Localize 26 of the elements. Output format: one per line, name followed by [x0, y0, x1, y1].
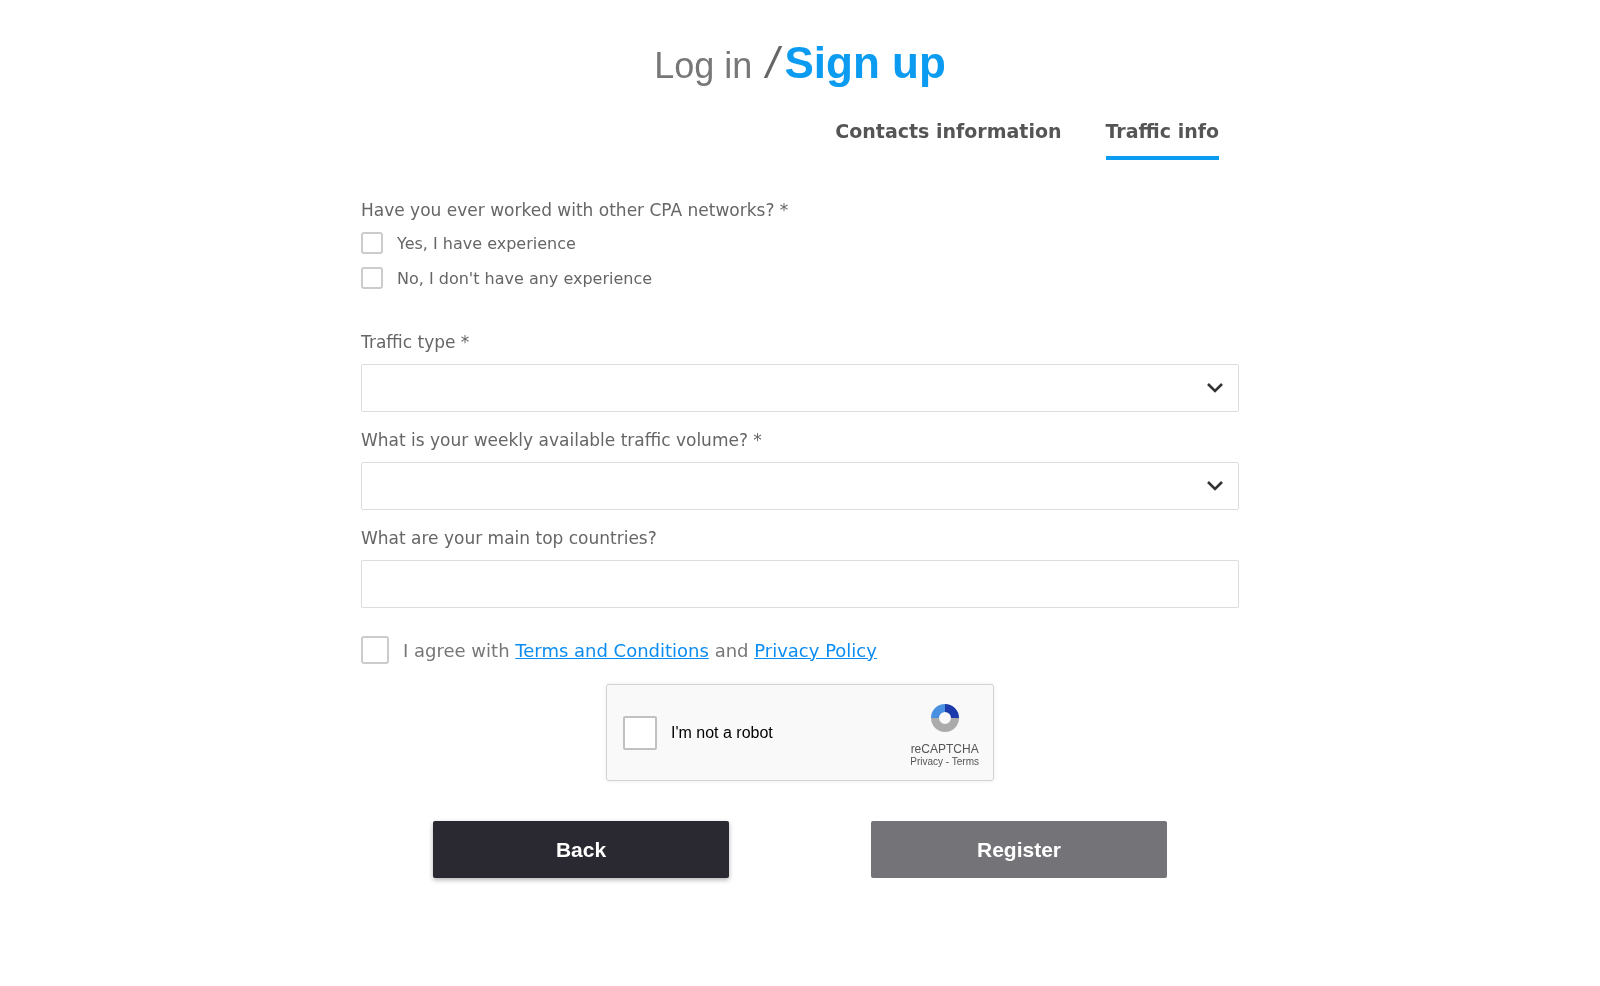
checkbox[interactable] — [361, 232, 383, 254]
captcha-brand: reCAPTCHA — [910, 742, 979, 756]
select-field[interactable] — [361, 364, 1239, 412]
captcha-links[interactable]: Privacy - Terms — [910, 756, 979, 767]
captcha-label: I'm not a robot — [671, 723, 774, 742]
field-label: What is your weekly available traffic volume? * — [361, 430, 763, 450]
checkbox-label: No, I don't have any experience — [397, 268, 653, 288]
input-field[interactable] — [361, 560, 1239, 608]
question-label: Have you ever worked with other CPA networks? * — [361, 200, 790, 220]
chevron-down-icon — [1206, 382, 1224, 394]
chevron-down-icon — [1206, 480, 1224, 492]
terms-link[interactable]: Terms and Conditions — [515, 639, 709, 661]
privacy-link[interactable]: Privacy Policy — [754, 639, 877, 661]
login-link[interactable]: Log in — [654, 45, 753, 87]
checkbox[interactable] — [361, 636, 389, 664]
tab[interactable]: Contacts information — [835, 112, 1062, 160]
select-field[interactable] — [361, 462, 1239, 510]
field-label: What are your main top countries? — [361, 528, 658, 548]
checkbox[interactable] — [361, 267, 383, 289]
checkbox-label: Yes, I have experience — [397, 233, 576, 253]
back-button[interactable]: Back — [433, 821, 729, 878]
captcha-checkbox[interactable] — [623, 715, 657, 750]
tab[interactable]: Traffic info — [1105, 112, 1219, 160]
agreement-text: I agree with Terms and Conditions and Privacy Policy — [403, 639, 877, 661]
field-label: Traffic type * — [361, 332, 471, 352]
signup-title[interactable]: Sign up — [784, 38, 946, 88]
